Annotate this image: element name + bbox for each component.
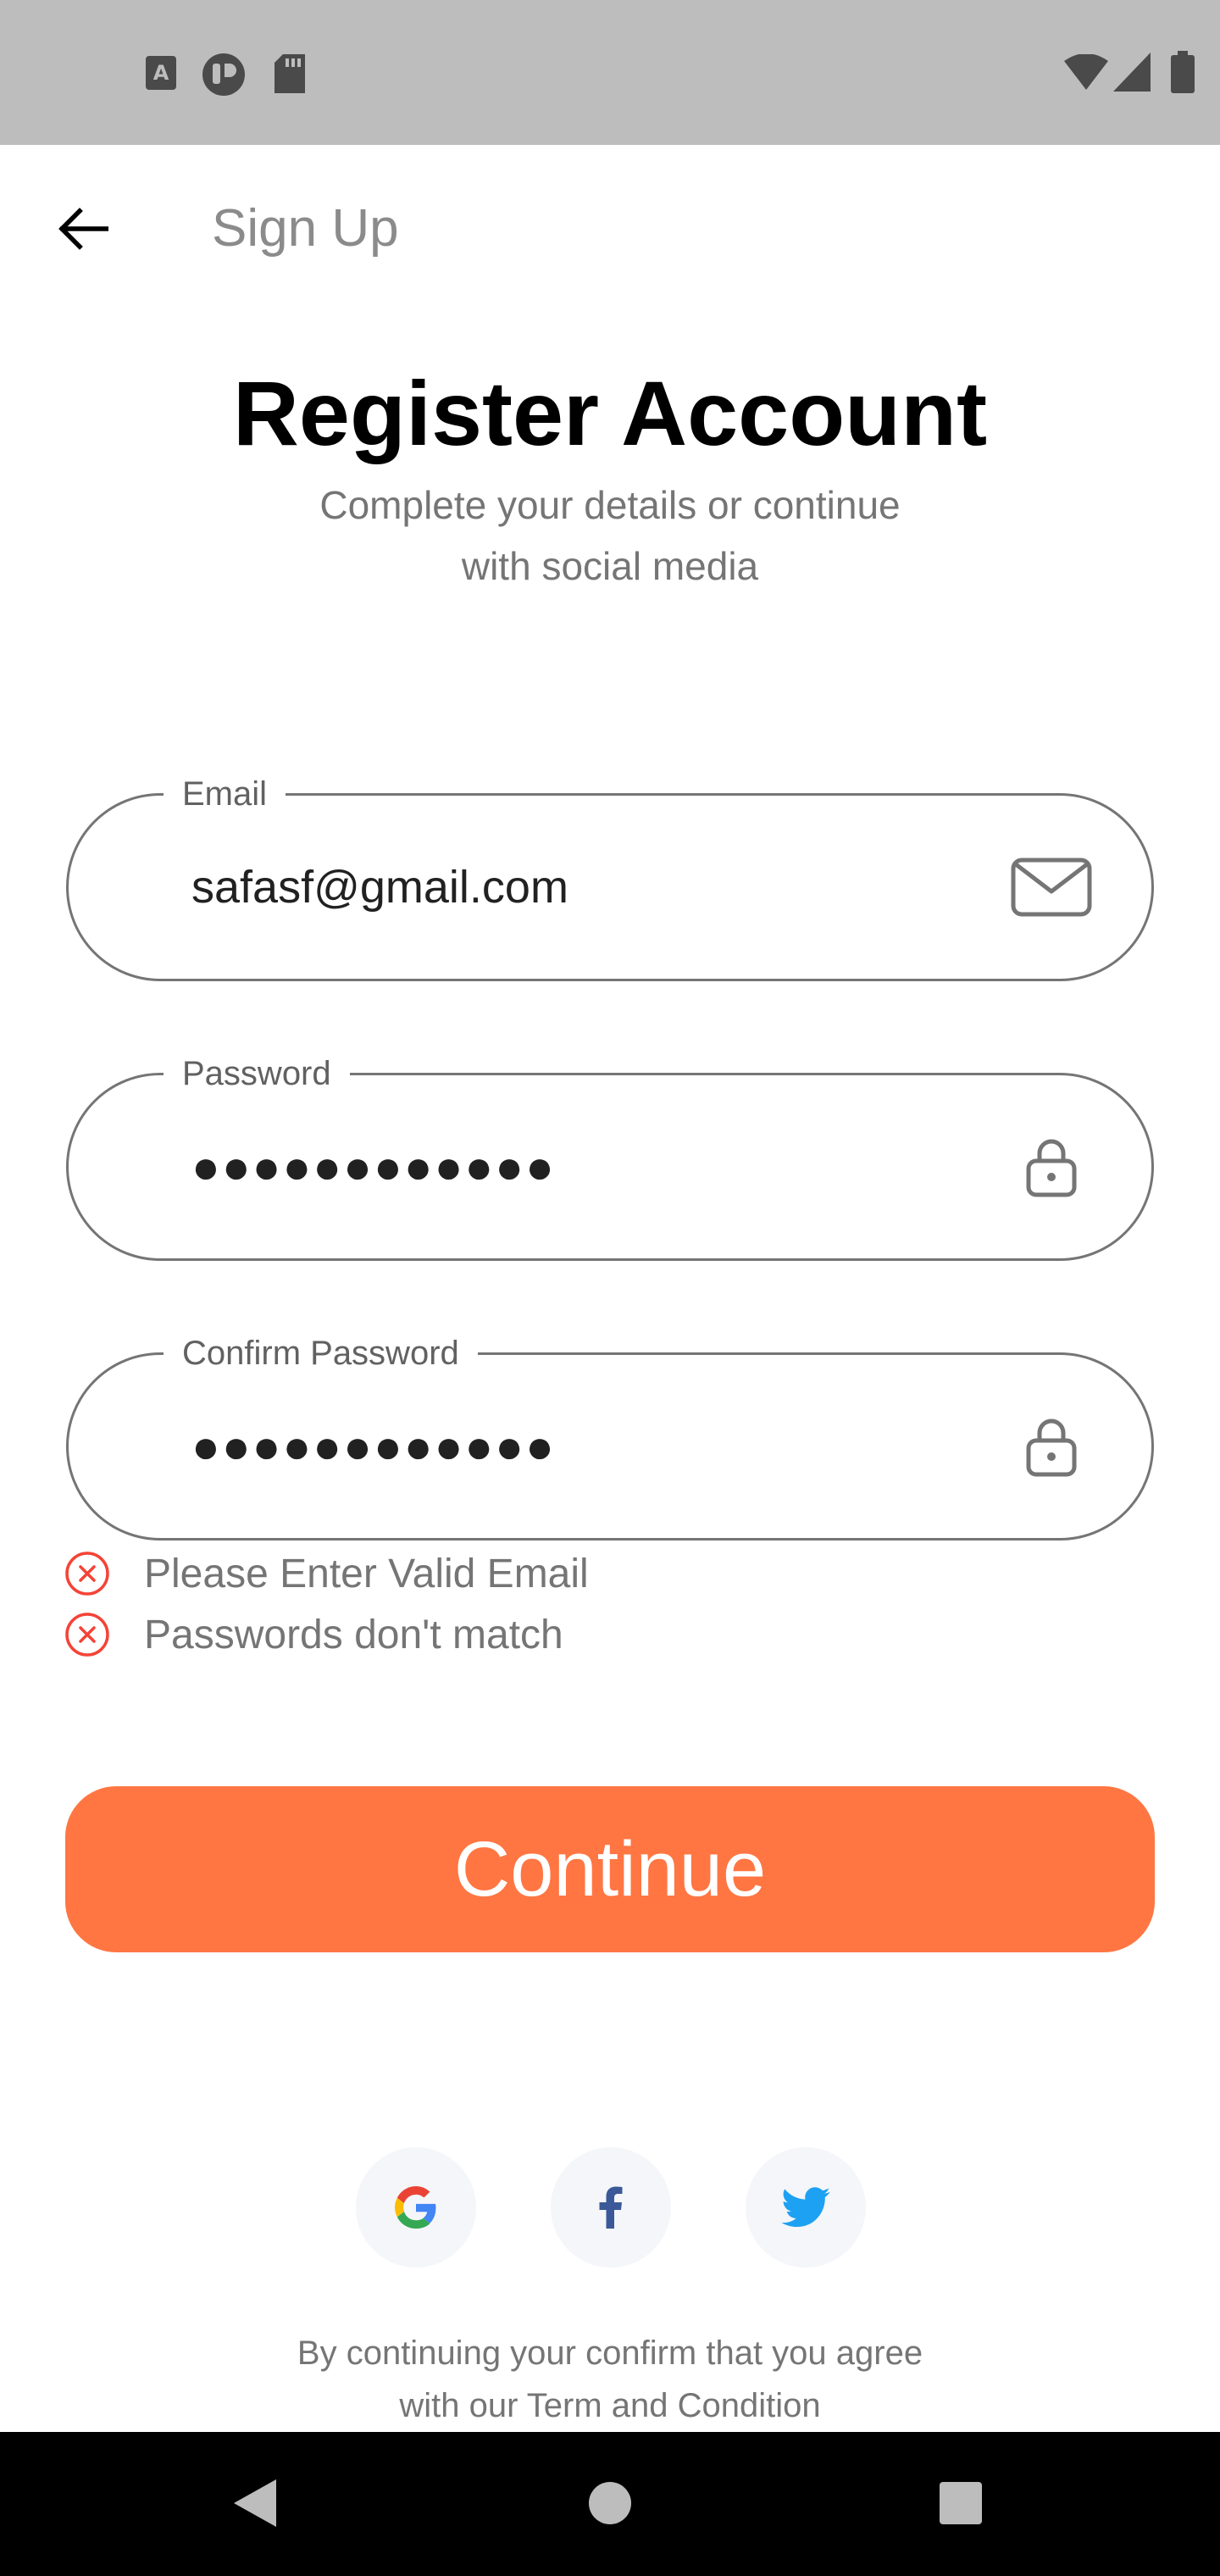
arrow-left-icon xyxy=(58,208,108,250)
cellular-signal-icon xyxy=(1113,53,1151,92)
continue-button[interactable]: Continue xyxy=(65,1786,1155,1952)
error-x-icon xyxy=(64,1551,110,1596)
terms-line-1: By continuing your confirm that you agre… xyxy=(297,2334,923,2372)
status-bar: A xyxy=(0,0,1220,145)
nav-back-button[interactable] xyxy=(203,2452,305,2554)
notification-circle-icon xyxy=(202,53,245,96)
battery-icon xyxy=(1171,51,1195,93)
confirm-password-field[interactable]: Confirm Password ●●●●●●●●●●●● xyxy=(66,1326,1154,1541)
appbar-title: Sign Up xyxy=(212,199,399,258)
facebook-sign-in-button[interactable] xyxy=(551,2147,671,2268)
google-sign-in-button[interactable] xyxy=(356,2147,476,2268)
back-button[interactable] xyxy=(37,190,129,268)
circle-home-icon xyxy=(589,2482,631,2524)
square-recents-icon xyxy=(940,2482,982,2524)
subtitle-line-2: with social media xyxy=(461,544,759,588)
mail-icon xyxy=(1009,852,1094,923)
notification-a-icon: A xyxy=(146,56,176,90)
facebook-icon xyxy=(599,2186,623,2229)
error-text: Passwords don't match xyxy=(144,1612,563,1657)
nav-home-button[interactable] xyxy=(559,2452,661,2554)
password-field[interactable]: Password ●●●●●●●●●●●● xyxy=(66,1046,1154,1261)
system-navigation-bar xyxy=(0,2432,1220,2576)
error-x-icon xyxy=(64,1612,110,1657)
wifi-icon xyxy=(1064,54,1108,90)
sd-card-icon xyxy=(274,54,305,93)
twitter-sign-in-button[interactable] xyxy=(746,2147,866,2268)
email-input[interactable]: safasf@gmail.com xyxy=(191,796,568,979)
twitter-icon xyxy=(781,2187,830,2228)
triangle-back-icon xyxy=(234,2479,276,2527)
lock-icon xyxy=(1009,1131,1094,1202)
svg-text:A: A xyxy=(153,61,169,85)
password-input[interactable]: ●●●●●●●●●●●● xyxy=(191,1075,556,1258)
sign-up-screen: A Sign Up Register Account Complete your… xyxy=(0,0,1220,2576)
google-icon xyxy=(395,2186,436,2229)
page-title: Register Account xyxy=(232,362,988,464)
email-field[interactable]: Email safasf@gmail.com xyxy=(66,767,1154,981)
page-subtitle: Complete your details or continue with s… xyxy=(229,475,991,597)
error-text: Please Enter Valid Email xyxy=(144,1551,589,1596)
terms-text: By continuing your confirm that you agre… xyxy=(186,2327,1034,2432)
error-message: Please Enter Valid Email xyxy=(64,1544,589,1603)
lock-icon xyxy=(1009,1411,1094,1482)
confirm-password-input[interactable]: ●●●●●●●●●●●● xyxy=(191,1355,556,1538)
subtitle-line-1: Complete your details or continue xyxy=(319,483,901,527)
error-message: Passwords don't match xyxy=(64,1605,563,1664)
nav-recents-button[interactable] xyxy=(910,2452,1012,2554)
terms-link[interactable]: with our Term and Condition xyxy=(186,2379,1034,2432)
